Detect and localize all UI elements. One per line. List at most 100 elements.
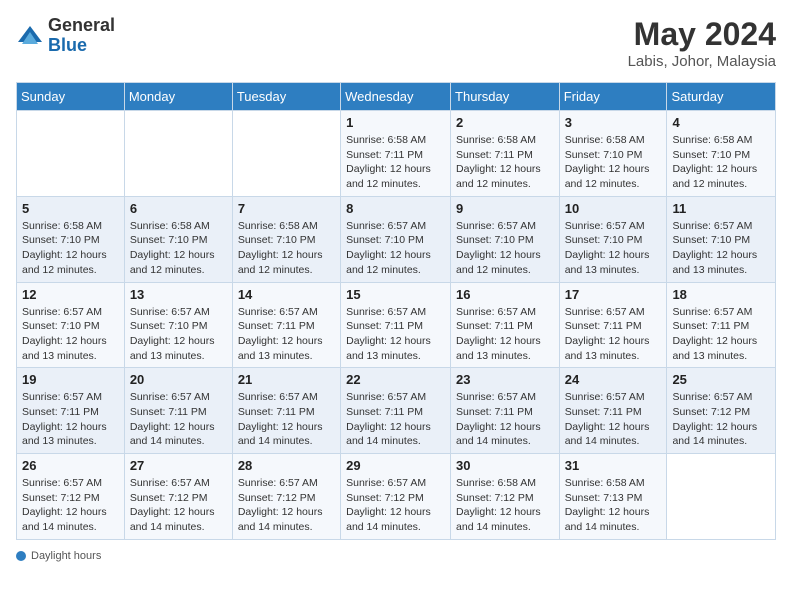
cell-info: Sunrise: 6:57 AM Sunset: 7:10 PM Dayligh… xyxy=(456,219,554,278)
calendar-day-header: Wednesday xyxy=(341,83,451,111)
calendar-footer: Daylight hours xyxy=(16,550,776,562)
day-number: 14 xyxy=(238,287,335,302)
day-number: 23 xyxy=(456,372,554,387)
logo-text: General Blue xyxy=(48,16,115,56)
day-number: 16 xyxy=(456,287,554,302)
cell-info: Sunrise: 6:58 AM Sunset: 7:10 PM Dayligh… xyxy=(22,219,119,278)
cell-info: Sunrise: 6:58 AM Sunset: 7:11 PM Dayligh… xyxy=(346,133,445,192)
calendar-cell: 24 Sunrise: 6:57 AM Sunset: 7:11 PM Dayli… xyxy=(559,368,667,454)
day-number: 28 xyxy=(238,458,335,473)
day-number: 6 xyxy=(130,201,227,216)
day-number: 15 xyxy=(346,287,445,302)
calendar-cell: 22 Sunrise: 6:57 AM Sunset: 7:11 PM Dayli… xyxy=(341,368,451,454)
calendar-cell: 19 Sunrise: 6:57 AM Sunset: 7:11 PM Dayli… xyxy=(17,368,125,454)
day-number: 11 xyxy=(672,201,770,216)
cell-info: Sunrise: 6:57 AM Sunset: 7:11 PM Dayligh… xyxy=(565,390,662,449)
cell-info: Sunrise: 6:57 AM Sunset: 7:11 PM Dayligh… xyxy=(238,305,335,364)
calendar-header-row: SundayMondayTuesdayWednesdayThursdayFrid… xyxy=(17,83,776,111)
calendar-cell: 9Sunrise: 6:57 AM Sunset: 7:10 PM Daylig… xyxy=(451,196,560,282)
calendar-cell: 12 Sunrise: 6:57 AM Sunset: 7:10 PM Dayli… xyxy=(17,282,125,368)
cell-info: Sunrise: 6:57 AM Sunset: 7:12 PM Dayligh… xyxy=(22,476,119,535)
calendar-cell: 13 Sunrise: 6:57 AM Sunset: 7:10 PM Dayli… xyxy=(124,282,232,368)
day-number: 12 xyxy=(22,287,119,302)
cell-info: Sunrise: 6:57 AM Sunset: 7:10 PM Dayligh… xyxy=(130,305,227,364)
calendar-cell: 4 Sunrise: 6:58 AM Sunset: 7:10 PM Daylig… xyxy=(667,111,776,197)
month-year-title: May 2024 xyxy=(628,16,776,53)
day-number: 17 xyxy=(565,287,662,302)
calendar-cell: 28 Sunrise: 6:57 AM Sunset: 7:12 PM Dayli… xyxy=(232,454,340,540)
calendar-cell xyxy=(667,454,776,540)
day-number: 26 xyxy=(22,458,119,473)
cell-info: Sunrise: 6:57 AM Sunset: 7:11 PM Dayligh… xyxy=(346,305,445,364)
calendar-cell: 7Sunrise: 6:58 AM Sunset: 7:10 PM Daylig… xyxy=(232,196,340,282)
location-subtitle: Labis, Johor, Malaysia xyxy=(628,53,776,70)
calendar-cell: 17Sunrise: 6:57 AM Sunset: 7:11 PM Dayli… xyxy=(559,282,667,368)
cell-info: Sunrise: 6:58 AM Sunset: 7:10 PM Dayligh… xyxy=(130,219,227,278)
cell-info: Sunrise: 6:57 AM Sunset: 7:11 PM Dayligh… xyxy=(238,390,335,449)
day-number: 13 xyxy=(130,287,227,302)
calendar-cell: 1Sunrise: 6:58 AM Sunset: 7:11 PM Daylig… xyxy=(341,111,451,197)
day-number: 31 xyxy=(565,458,662,473)
day-number: 25 xyxy=(672,372,770,387)
cell-info: Sunrise: 6:57 AM Sunset: 7:10 PM Dayligh… xyxy=(346,219,445,278)
day-number: 5 xyxy=(22,201,119,216)
day-number: 18 xyxy=(672,287,770,302)
day-number: 21 xyxy=(238,372,335,387)
cell-info: Sunrise: 6:58 AM Sunset: 7:13 PM Dayligh… xyxy=(565,476,662,535)
calendar-cell: 20 Sunrise: 6:57 AM Sunset: 7:11 PM Dayli… xyxy=(124,368,232,454)
cell-info: Sunrise: 6:57 AM Sunset: 7:12 PM Dayligh… xyxy=(238,476,335,535)
calendar-day-header: Friday xyxy=(559,83,667,111)
cell-info: Sunrise: 6:57 AM Sunset: 7:11 PM Dayligh… xyxy=(22,390,119,449)
calendar-week-row: 5 Sunrise: 6:58 AM Sunset: 7:10 PM Daylig… xyxy=(17,196,776,282)
calendar-cell: 18 Sunrise: 6:57 AM Sunset: 7:11 PM Dayli… xyxy=(667,282,776,368)
logo-icon xyxy=(16,22,44,50)
calendar-cell xyxy=(232,111,340,197)
calendar-day-header: Thursday xyxy=(451,83,560,111)
day-number: 10 xyxy=(565,201,662,216)
page-header: General Blue May 2024 Labis, Johor, Mala… xyxy=(16,16,776,70)
day-number: 7 xyxy=(238,201,335,216)
calendar-day-header: Sunday xyxy=(17,83,125,111)
day-number: 24 xyxy=(565,372,662,387)
day-number: 22 xyxy=(346,372,445,387)
cell-info: Sunrise: 6:58 AM Sunset: 7:12 PM Dayligh… xyxy=(456,476,554,535)
logo: General Blue xyxy=(16,16,115,56)
calendar-cell: 15 Sunrise: 6:57 AM Sunset: 7:11 PM Dayli… xyxy=(341,282,451,368)
calendar-cell: 8Sunrise: 6:57 AM Sunset: 7:10 PM Daylig… xyxy=(341,196,451,282)
cell-info: Sunrise: 6:57 AM Sunset: 7:10 PM Dayligh… xyxy=(22,305,119,364)
daylight-dot xyxy=(16,551,26,561)
calendar-cell: 3 Sunrise: 6:58 AM Sunset: 7:10 PM Daylig… xyxy=(559,111,667,197)
calendar-cell: 23 Sunrise: 6:57 AM Sunset: 7:11 PM Dayli… xyxy=(451,368,560,454)
calendar-week-row: 19 Sunrise: 6:57 AM Sunset: 7:11 PM Dayli… xyxy=(17,368,776,454)
day-number: 3 xyxy=(565,115,662,130)
day-number: 27 xyxy=(130,458,227,473)
calendar-day-header: Saturday xyxy=(667,83,776,111)
cell-info: Sunrise: 6:57 AM Sunset: 7:11 PM Dayligh… xyxy=(130,390,227,449)
cell-info: Sunrise: 6:57 AM Sunset: 7:11 PM Dayligh… xyxy=(672,305,770,364)
calendar-table: SundayMondayTuesdayWednesdayThursdayFrid… xyxy=(16,82,776,540)
calendar-cell: 2Sunrise: 6:58 AM Sunset: 7:11 PM Daylig… xyxy=(451,111,560,197)
cell-info: Sunrise: 6:58 AM Sunset: 7:10 PM Dayligh… xyxy=(565,133,662,192)
calendar-cell xyxy=(124,111,232,197)
calendar-cell: 11Sunrise: 6:57 AM Sunset: 7:10 PM Dayli… xyxy=(667,196,776,282)
calendar-week-row: 26 Sunrise: 6:57 AM Sunset: 7:12 PM Dayli… xyxy=(17,454,776,540)
calendar-day-header: Tuesday xyxy=(232,83,340,111)
day-number: 29 xyxy=(346,458,445,473)
day-number: 4 xyxy=(672,115,770,130)
day-number: 20 xyxy=(130,372,227,387)
cell-info: Sunrise: 6:57 AM Sunset: 7:11 PM Dayligh… xyxy=(456,305,554,364)
logo-general: General xyxy=(48,15,115,35)
cell-info: Sunrise: 6:57 AM Sunset: 7:11 PM Dayligh… xyxy=(456,390,554,449)
calendar-cell: 30 Sunrise: 6:58 AM Sunset: 7:12 PM Dayli… xyxy=(451,454,560,540)
calendar-cell: 31 Sunrise: 6:58 AM Sunset: 7:13 PM Dayli… xyxy=(559,454,667,540)
day-number: 30 xyxy=(456,458,554,473)
calendar-cell: 16 Sunrise: 6:57 AM Sunset: 7:11 PM Dayli… xyxy=(451,282,560,368)
title-block: May 2024 Labis, Johor, Malaysia xyxy=(628,16,776,70)
cell-info: Sunrise: 6:58 AM Sunset: 7:10 PM Dayligh… xyxy=(672,133,770,192)
daylight-label: Daylight hours xyxy=(31,550,101,562)
cell-info: Sunrise: 6:57 AM Sunset: 7:11 PM Dayligh… xyxy=(346,390,445,449)
day-number: 19 xyxy=(22,372,119,387)
cell-info: Sunrise: 6:57 AM Sunset: 7:10 PM Dayligh… xyxy=(565,219,662,278)
calendar-cell: 5 Sunrise: 6:58 AM Sunset: 7:10 PM Daylig… xyxy=(17,196,125,282)
calendar-cell xyxy=(17,111,125,197)
